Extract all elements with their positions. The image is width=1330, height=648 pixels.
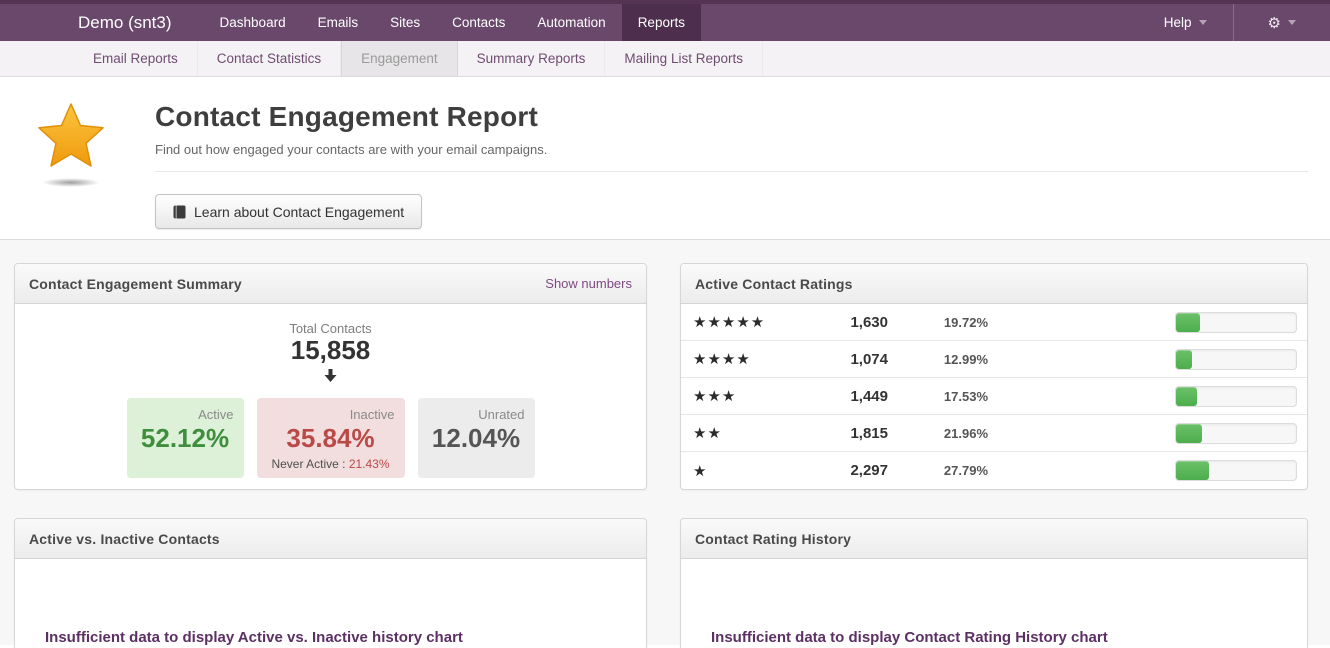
rating-percent: 12.99% xyxy=(888,352,988,367)
never-active-label: Never Active : xyxy=(271,457,345,471)
page-title: Contact Engagement Report xyxy=(155,101,1308,133)
contact-rating-history-title: Contact Rating History xyxy=(695,531,851,547)
active-contact-ratings-panel: Active Contact Ratings ★★★★★ 1,630 19.72… xyxy=(680,263,1308,490)
unrated-label: Unrated xyxy=(428,407,525,422)
summary-panel-body: Total Contacts 15,858 Active 52.12% Inac… xyxy=(15,304,646,489)
rating-bar-fill xyxy=(1176,313,1200,332)
reports-subnav: Email Reports Contact Statistics Engagem… xyxy=(0,41,1330,77)
one-star-icon: ★ xyxy=(693,462,803,480)
report-star-icon xyxy=(35,101,107,187)
nav-item-emails[interactable]: Emails xyxy=(302,4,375,41)
header-divider xyxy=(155,171,1308,172)
rating-bar-track xyxy=(1175,460,1297,481)
never-active-stat: Never Active : 21.43% xyxy=(267,457,395,471)
show-numbers-link[interactable]: Show numbers xyxy=(545,276,632,291)
contact-rating-history-panel: Contact Rating History Insufficient data… xyxy=(680,518,1308,648)
subnav-item-engagement[interactable]: Engagement xyxy=(341,41,458,76)
unrated-summary-box: Unrated 12.04% xyxy=(418,398,535,478)
rating-count: 1,074 xyxy=(803,351,888,368)
active-vs-inactive-body: Insufficient data to display Active vs. … xyxy=(15,559,646,648)
contact-rating-history-body: Insufficient data to display Contact Rat… xyxy=(681,559,1307,648)
learn-button-label: Learn about Contact Engagement xyxy=(194,204,404,220)
rating-count: 2,297 xyxy=(803,462,888,479)
nav-item-sites[interactable]: Sites xyxy=(374,4,436,41)
rating-percent: 19.72% xyxy=(888,315,988,330)
insufficient-data-message: Insufficient data to display Contact Rat… xyxy=(681,559,1307,646)
rating-bar-fill xyxy=(1176,350,1192,369)
rating-count: 1,630 xyxy=(803,314,888,331)
help-menu[interactable]: Help xyxy=(1138,4,1233,41)
top-navigation: Demo (snt3) Dashboard Emails Sites Conta… xyxy=(0,0,1330,41)
help-label: Help xyxy=(1164,15,1192,30)
brand-logo[interactable]: Demo (snt3) xyxy=(78,4,172,41)
rating-row-4-stars: ★★★★ 1,074 12.99% xyxy=(681,341,1307,378)
rating-bar-fill xyxy=(1176,387,1197,406)
rating-bar-track xyxy=(1175,386,1297,407)
insufficient-data-message: Insufficient data to display Active vs. … xyxy=(15,559,646,646)
total-contacts-label: Total Contacts xyxy=(15,321,646,336)
ratings-panel-title: Active Contact Ratings xyxy=(695,276,853,292)
star-shadow xyxy=(42,178,100,187)
rating-count: 1,815 xyxy=(803,425,888,442)
summary-panel-title: Contact Engagement Summary xyxy=(29,276,242,292)
rating-row-3-stars: ★★★ 1,449 17.53% xyxy=(681,378,1307,415)
nav-item-reports[interactable]: Reports xyxy=(622,4,701,41)
main-menu: Dashboard Emails Sites Contacts Automati… xyxy=(204,4,701,41)
ratings-table: ★★★★★ 1,630 19.72% ★★★★ 1,074 12.99% ★★★… xyxy=(681,304,1307,489)
report-content: Contact Engagement Summary Show numbers … xyxy=(0,240,1330,645)
total-contacts-value: 15,858 xyxy=(15,336,646,366)
never-active-percentage: 21.43% xyxy=(349,457,390,471)
subnav-item-summary-reports[interactable]: Summary Reports xyxy=(458,41,606,76)
rating-percent: 21.96% xyxy=(888,426,988,441)
four-star-icon: ★★★★ xyxy=(693,350,803,368)
chevron-down-icon xyxy=(1199,20,1207,25)
active-vs-inactive-title: Active vs. Inactive Contacts xyxy=(29,531,220,547)
down-arrow-icon xyxy=(15,369,646,387)
contact-engagement-summary-panel: Contact Engagement Summary Show numbers … xyxy=(14,263,647,490)
three-star-icon: ★★★ xyxy=(693,387,803,405)
inactive-percentage: 35.84% xyxy=(267,423,395,454)
settings-menu[interactable]: ⚙ xyxy=(1234,4,1330,41)
rating-row-1-star: ★ 2,297 27.79% xyxy=(681,452,1307,489)
nav-item-automation[interactable]: Automation xyxy=(521,4,621,41)
gear-icon: ⚙ xyxy=(1268,14,1281,32)
subnav-item-mailing-list-reports[interactable]: Mailing List Reports xyxy=(605,41,763,76)
active-percentage: 52.12% xyxy=(137,423,234,454)
rating-bar-track xyxy=(1175,312,1297,333)
rating-percent: 17.53% xyxy=(888,389,988,404)
five-star-icon: ★★★★★ xyxy=(693,313,803,331)
subnav-item-contact-statistics[interactable]: Contact Statistics xyxy=(198,41,341,76)
page-header: Contact Engagement Report Find out how e… xyxy=(0,77,1330,239)
rating-row-2-stars: ★★ 1,815 21.96% xyxy=(681,415,1307,452)
rating-percent: 27.79% xyxy=(888,463,988,478)
rating-row-5-stars: ★★★★★ 1,630 19.72% xyxy=(681,304,1307,341)
page-subtitle: Find out how engaged your contacts are w… xyxy=(155,142,1308,157)
nav-right-controls: Help ⚙ xyxy=(1138,4,1330,41)
rating-bar-track xyxy=(1175,423,1297,444)
chevron-down-icon xyxy=(1288,20,1296,25)
rating-bar-fill xyxy=(1176,424,1202,443)
two-star-icon: ★★ xyxy=(693,424,803,442)
unrated-percentage: 12.04% xyxy=(428,423,525,454)
rating-bar-fill xyxy=(1176,461,1209,480)
book-icon xyxy=(173,205,186,219)
active-label: Active xyxy=(137,407,234,422)
inactive-label: Inactive xyxy=(267,407,395,422)
active-summary-box: Active 52.12% xyxy=(127,398,244,478)
learn-about-engagement-button[interactable]: Learn about Contact Engagement xyxy=(155,194,422,229)
active-vs-inactive-panel: Active vs. Inactive Contacts Insufficien… xyxy=(14,518,647,648)
rating-bar-track xyxy=(1175,349,1297,370)
inactive-summary-box: Inactive 35.84% Never Active : 21.43% xyxy=(257,398,405,478)
rating-count: 1,449 xyxy=(803,388,888,405)
nav-item-contacts[interactable]: Contacts xyxy=(436,4,521,41)
subnav-item-email-reports[interactable]: Email Reports xyxy=(74,41,198,76)
nav-item-dashboard[interactable]: Dashboard xyxy=(204,4,302,41)
